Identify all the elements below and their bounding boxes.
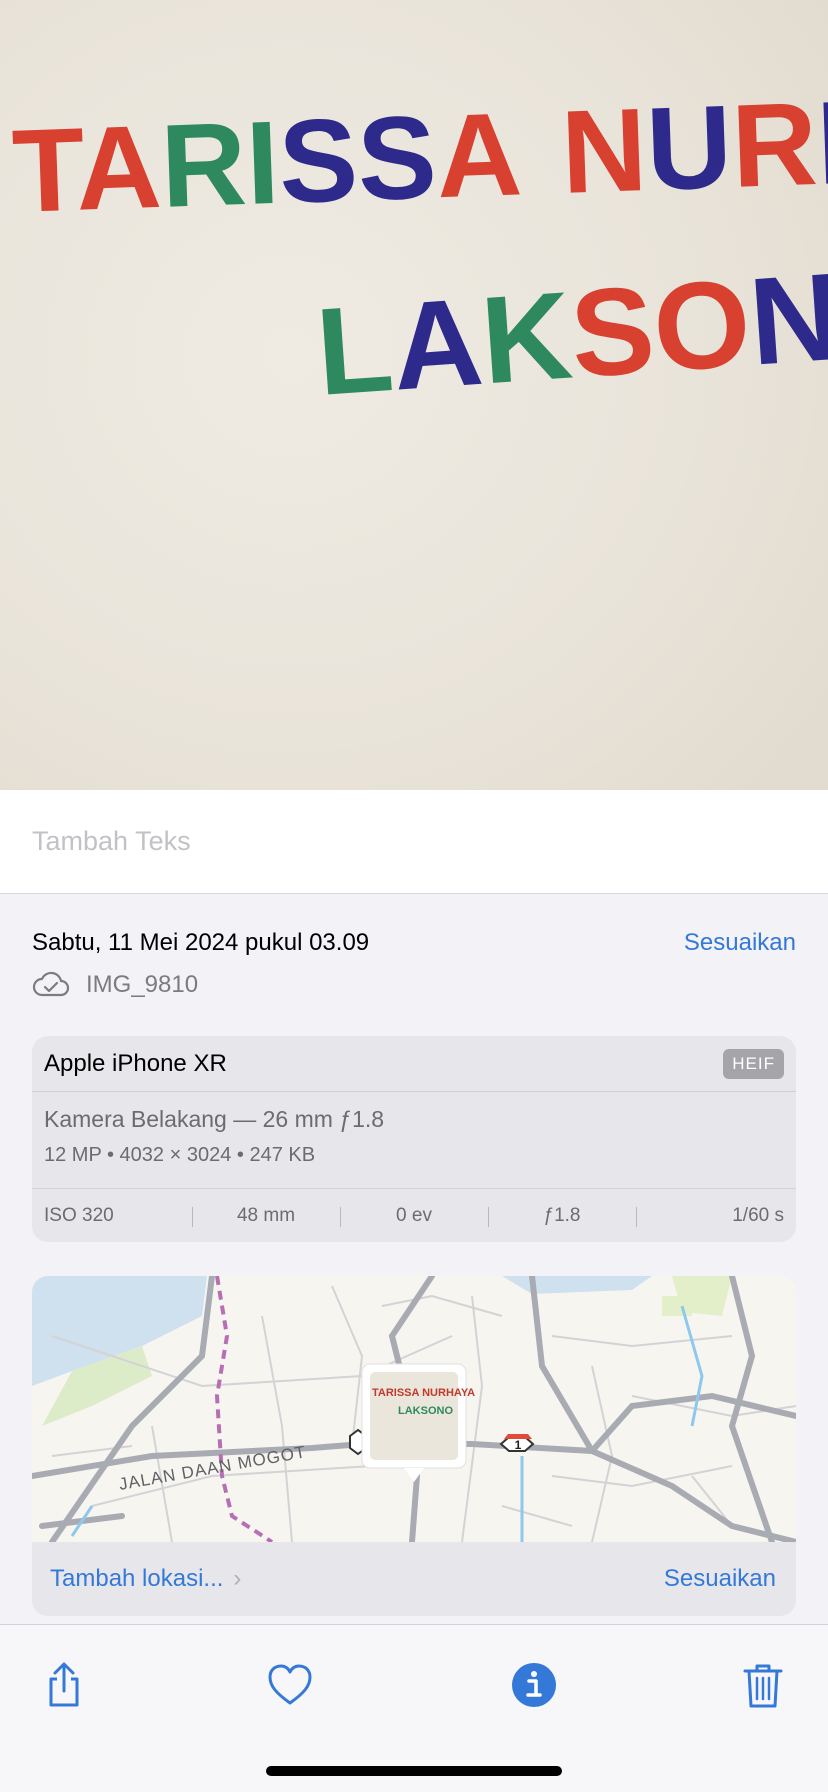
info-button[interactable] [502, 1653, 566, 1717]
heart-icon [268, 1664, 312, 1705]
camera-info-card: Apple iPhone XR HEIF Kamera Belakang — 2… [32, 1036, 796, 1242]
photo-image: TARISSANURHA LAKSONO [0, 0, 828, 790]
exif-row: ISO 320 48 mm 0 ev ƒ1.8 1/60 s [32, 1188, 796, 1242]
camera-card-header: Apple iPhone XR HEIF [32, 1036, 796, 1092]
location-map[interactable]: JALAN DAAN MOGOT 1 TARISSA NURHAYA LAKSO… [32, 1276, 796, 1542]
add-location-button[interactable]: Tambah lokasi... › [50, 1565, 241, 1593]
photo-viewer[interactable]: TARISSANURHA LAKSONO [0, 0, 828, 790]
caption-section [0, 790, 828, 894]
capture-datetime: Sabtu, 11 Mei 2024 pukul 03.09 [32, 929, 370, 956]
device-name: Apple iPhone XR [44, 1049, 227, 1077]
home-indicator[interactable] [266, 1766, 562, 1776]
thumb-line2: LAKSONO [398, 1405, 453, 1417]
adjust-location-button[interactable]: Sesuaikan [664, 1565, 776, 1593]
exif-shutter-speed: 1/60 s [636, 1205, 796, 1227]
location-actions: Tambah lokasi... › Sesuaikan [32, 1542, 796, 1616]
share-icon [49, 1662, 79, 1707]
photo-location-pin[interactable]: TARISSA NURHAYA LAKSONO [361, 1363, 475, 1482]
favorite-button[interactable] [258, 1653, 322, 1717]
image-specs: 12 MP • 4032 × 3024 • 247 KB [44, 1144, 316, 1166]
caption-input[interactable] [32, 826, 792, 857]
file-name: IMG_9810 [86, 971, 199, 998]
add-location-label: Tambah lokasi... [50, 1565, 224, 1592]
thumb-line1: TARISSA NURHAYA [372, 1387, 475, 1399]
format-badge: HEIF [723, 1048, 784, 1079]
icloud-check-icon [32, 971, 70, 997]
file-info-row: IMG_9810 [32, 970, 198, 1000]
info-icon [512, 1663, 556, 1707]
exif-iso: ISO 320 [44, 1204, 114, 1226]
delete-button[interactable] [731, 1653, 795, 1717]
share-button[interactable] [32, 1653, 96, 1717]
adjust-datetime-button[interactable]: Sesuaikan [684, 929, 796, 957]
map-graphic: JALAN DAAN MOGOT 1 TARISSA NURHAYA LAKSO… [32, 1276, 796, 1542]
exif-focal-length: 48 mm [192, 1205, 340, 1227]
chevron-right-icon: › [233, 1565, 242, 1592]
trash-icon [743, 1664, 783, 1708]
location-card: JALAN DAAN MOGOT 1 TARISSA NURHAYA LAKSO… [32, 1276, 796, 1616]
route-number: 1 [515, 1438, 522, 1452]
exif-exposure-value: 0 ev [340, 1205, 488, 1227]
lens-info: Kamera Belakang — 26 mm ƒ1.8 [44, 1106, 385, 1132]
exif-aperture: ƒ1.8 [488, 1205, 636, 1227]
